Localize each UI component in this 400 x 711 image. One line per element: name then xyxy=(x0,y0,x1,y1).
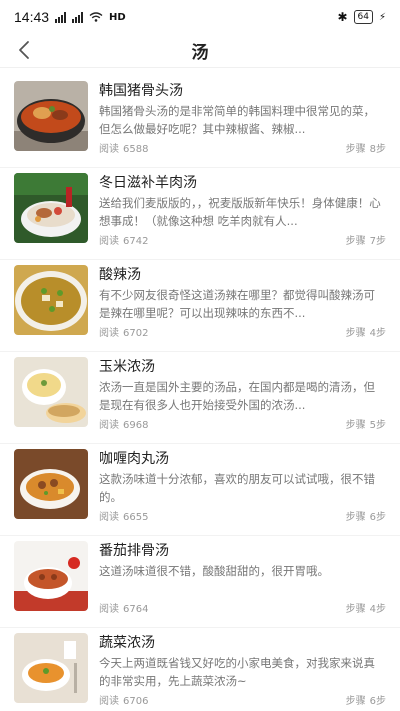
recipe-thumbnail xyxy=(14,81,88,151)
steps-label: 步骤 xyxy=(345,604,366,615)
recipe-title: 韩国猪骨头汤 xyxy=(99,83,183,99)
read-count: 6742 xyxy=(123,236,149,247)
back-button[interactable] xyxy=(12,38,36,62)
recipe-list: 韩国猪骨头汤 韩国猪骨头汤的是非常简单的韩国料理中很常见的菜，但怎么做最好吃呢？… xyxy=(0,76,400,711)
battery-level: 64 xyxy=(353,10,373,24)
read-count: 6764 xyxy=(123,604,149,615)
recipe-title: 咖喱肉丸汤 xyxy=(99,451,169,467)
read-label: 阅读 xyxy=(99,512,119,523)
read-count: 6655 xyxy=(123,512,149,523)
status-bar: 14:43 HD ✱ 64 ⚡ xyxy=(0,0,400,34)
bluetooth-icon: ✱ xyxy=(337,10,348,24)
recipe-description: 今天上两道既省钱又好吃的小家电美食，对我家来说真的非常实用，先上蔬菜浓汤~ xyxy=(99,656,375,688)
chevron-left-icon xyxy=(19,41,29,59)
steps-label: 步骤 xyxy=(345,696,366,707)
read-label: 阅读 xyxy=(99,144,119,155)
recipe-description: 这道汤味道很不错，酸酸甜甜的，很开胃哦。 xyxy=(99,564,329,578)
steps-label: 步骤 xyxy=(345,512,366,523)
steps-count: 8步 xyxy=(369,144,386,155)
recipe-title: 蔬菜浓汤 xyxy=(99,635,155,651)
recipe-title: 酸辣汤 xyxy=(99,267,141,283)
recipe-thumbnail xyxy=(14,265,88,335)
steps-label: 步骤 xyxy=(345,236,366,247)
recipe-thumbnail xyxy=(14,357,88,427)
steps-count: 6步 xyxy=(369,696,386,707)
read-count: 6588 xyxy=(123,144,149,155)
read-label: 阅读 xyxy=(99,604,119,615)
steps-count: 7步 xyxy=(369,236,386,247)
recipe-item[interactable]: 蔬菜浓汤 今天上两道既省钱又好吃的小家电美食，对我家来说真的非常实用，先上蔬菜浓… xyxy=(0,628,400,711)
signal-icon-2 xyxy=(72,11,84,23)
recipe-description: 送给我们麦版版的，，祝麦版版新年快乐！身体健康！心想事成！（就像这种想 吃羊肉就… xyxy=(99,196,381,228)
nav-bar: 汤 xyxy=(0,34,400,68)
read-label: 阅读 xyxy=(99,420,119,431)
steps-label: 步骤 xyxy=(345,144,366,155)
read-count: 6706 xyxy=(123,696,149,707)
recipe-title: 玉米浓汤 xyxy=(99,359,155,375)
read-label: 阅读 xyxy=(99,696,119,707)
steps-count: 4步 xyxy=(369,328,386,339)
recipe-description: 有不少网友很奇怪这道汤辣在哪里？都觉得叫酸辣汤可是辣在哪里呢？可以出现辣味的东西… xyxy=(99,288,375,320)
read-count: 6968 xyxy=(123,420,149,431)
recipe-item[interactable]: 玉米浓汤 浓汤一直是国外主要的汤品，在国内都是喝的清汤，但是现在有很多人也开始接… xyxy=(0,352,400,444)
recipe-description: 这款汤味道十分浓郁，喜欢的朋友可以试试哦，很不错的。 xyxy=(99,472,375,504)
recipe-thumbnail xyxy=(14,449,88,519)
recipe-description: 浓汤一直是国外主要的汤品，在国内都是喝的清汤，但是现在有很多人也开始接受外国的浓… xyxy=(99,380,375,412)
recipe-thumbnail xyxy=(14,633,88,703)
charging-icon: ⚡ xyxy=(378,11,386,23)
recipe-item[interactable]: 咖喱肉丸汤 这款汤味道十分浓郁，喜欢的朋友可以试试哦，很不错的。 阅读 6655 … xyxy=(0,444,400,536)
recipe-description: 韩国猪骨头汤的是非常简单的韩国料理中很常见的菜，但怎么做最好吃呢？其中辣椒酱、辣… xyxy=(99,104,375,136)
read-label: 阅读 xyxy=(99,236,119,247)
steps-label: 步骤 xyxy=(345,328,366,339)
read-count: 6702 xyxy=(123,328,149,339)
recipe-item[interactable]: 冬日滋补羊肉汤 送给我们麦版版的，，祝麦版版新年快乐！身体健康！心想事成！（就像… xyxy=(0,168,400,260)
recipe-thumbnail xyxy=(14,541,88,611)
steps-count: 5步 xyxy=(369,420,386,431)
steps-count: 4步 xyxy=(369,604,386,615)
recipe-title: 冬日滋补羊肉汤 xyxy=(99,175,197,191)
wifi-icon xyxy=(89,12,103,22)
network-type: HD xyxy=(109,11,126,23)
recipe-item[interactable]: 番茄排骨汤 这道汤味道很不错，酸酸甜甜的，很开胃哦。 阅读 6764 步骤 4步 xyxy=(0,536,400,628)
signal-icon xyxy=(55,11,67,23)
steps-label: 步骤 xyxy=(345,420,366,431)
recipe-item[interactable]: 酸辣汤 有不少网友很奇怪这道汤辣在哪里？都觉得叫酸辣汤可是辣在哪里呢？可以出现辣… xyxy=(0,260,400,352)
recipe-item[interactable]: 韩国猪骨头汤 韩国猪骨头汤的是非常简单的韩国料理中很常见的菜，但怎么做最好吃呢？… xyxy=(0,76,400,168)
page-title: 汤 xyxy=(191,43,209,63)
recipe-thumbnail xyxy=(14,173,88,243)
read-label: 阅读 xyxy=(99,328,119,339)
steps-count: 6步 xyxy=(369,512,386,523)
recipe-title: 番茄排骨汤 xyxy=(99,543,169,559)
status-time: 14:43 xyxy=(14,9,50,25)
